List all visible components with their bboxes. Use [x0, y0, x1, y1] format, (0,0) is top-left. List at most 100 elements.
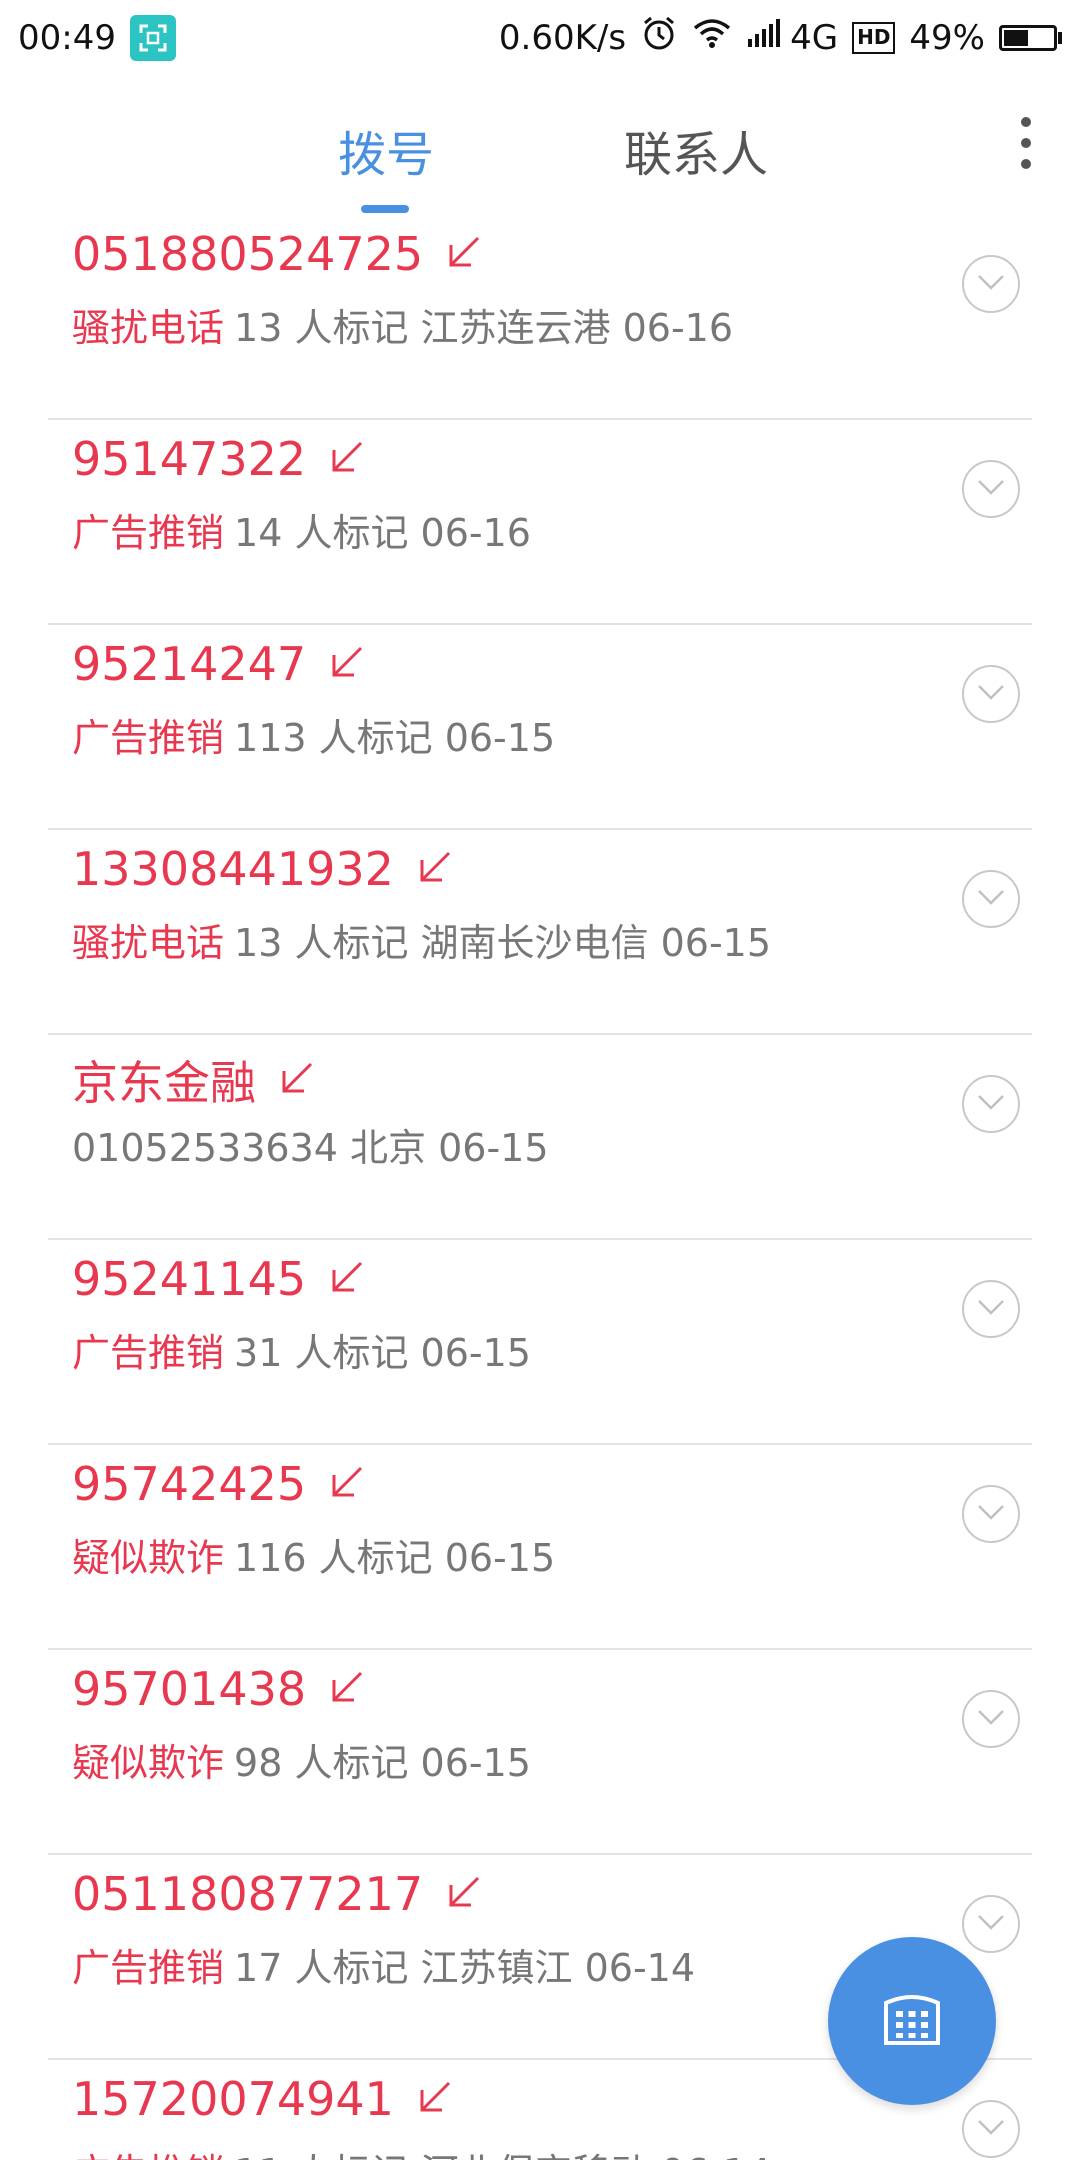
spam-tag: 广告推销: [72, 1331, 225, 1375]
call-log-item[interactable]: 95214247 广告推销 113 人标记 06-15: [0, 625, 1080, 830]
chevron-down-icon: [976, 2118, 1006, 2140]
call-log-item[interactable]: 95701438 疑似欺诈 98 人标记 06-15: [0, 1650, 1080, 1855]
signal-icon: [746, 17, 786, 58]
call-detail: 01052533634 北京 06-15: [72, 1117, 549, 1172]
call-name-row: 95214247: [72, 637, 366, 691]
tab-bar: 拨号 联系人: [0, 75, 1080, 215]
expand-call-button[interactable]: [962, 1485, 1020, 1543]
incoming-call-arrow-icon: [445, 1873, 483, 1915]
incoming-call-arrow-icon: [278, 1059, 316, 1101]
call-log-item[interactable]: 京东金融 01052533634 北京 06-15: [0, 1035, 1080, 1240]
call-log-item[interactable]: 95147322 广告推销 14 人标记 06-16: [0, 420, 1080, 625]
expand-call-button[interactable]: [962, 2100, 1020, 2158]
call-detail: 广告推销 113 人标记 06-15: [72, 707, 555, 762]
battery-percent: 49%: [909, 17, 985, 58]
chevron-down-icon: [976, 888, 1006, 910]
dialer-screen: 00:49 0.60K/s 4G HD 49% 拨号 联系人 051880524…: [0, 0, 1080, 2160]
call-detail: 骚扰电话 13 人标记 江苏连云港 06-16: [72, 297, 733, 352]
caller-name: 13308441932: [72, 842, 394, 896]
incoming-call-arrow-icon: [416, 848, 454, 890]
battery-icon: [999, 24, 1062, 51]
incoming-call-arrow-icon: [328, 1668, 366, 1710]
hd-badge: HD: [852, 21, 896, 54]
spam-tag: 广告推销: [72, 716, 225, 760]
dialpad-icon: [878, 1989, 946, 2053]
call-detail: 广告推销 11 人标记 河北保定移动 06-14: [72, 2142, 771, 2160]
expand-call-button[interactable]: [962, 870, 1020, 928]
caller-name: 051880524725: [72, 227, 424, 281]
overflow-menu-icon[interactable]: [1020, 117, 1032, 169]
expand-call-button[interactable]: [962, 255, 1020, 313]
spam-tag: 骚扰电话: [72, 306, 225, 350]
chevron-down-icon: [976, 478, 1006, 500]
incoming-call-arrow-icon: [328, 1258, 366, 1300]
call-name-row: 95147322: [72, 432, 366, 486]
call-info: 13 人标记 江苏连云港 06-16: [234, 306, 734, 350]
status-right: 0.60K/s 4G HD 49%: [499, 14, 1062, 61]
call-info: 17 人标记 江苏镇江 06-14: [234, 1946, 696, 1990]
expand-call-button[interactable]: [962, 460, 1020, 518]
call-info: 31 人标记 06-15: [234, 1331, 531, 1375]
caller-name: 051180877217: [72, 1867, 424, 1921]
call-name-row: 95241145: [72, 1252, 366, 1306]
incoming-call-arrow-icon: [416, 2078, 454, 2120]
call-info: 01052533634 北京 06-15: [72, 1126, 549, 1170]
alarm-icon: [640, 14, 678, 61]
call-name-row: 京东金融: [72, 1047, 316, 1113]
call-log-item[interactable]: 95241145 广告推销 31 人标记 06-15: [0, 1240, 1080, 1445]
status-left: 00:49: [18, 14, 176, 61]
screenshot-icon: [129, 14, 176, 61]
dialpad-button[interactable]: [828, 1937, 996, 2105]
chevron-down-icon: [976, 1503, 1006, 1525]
chevron-down-icon: [976, 1708, 1006, 1730]
caller-name: 95701438: [72, 1662, 307, 1716]
caller-name: 95241145: [72, 1252, 307, 1306]
caller-name: 京东金融: [72, 1056, 256, 1110]
status-time: 00:49: [18, 17, 116, 58]
spam-tag: 广告推销: [72, 2151, 224, 2160]
call-detail: 广告推销 14 人标记 06-16: [72, 502, 531, 557]
call-name-row: 95742425: [72, 1457, 366, 1511]
expand-call-button[interactable]: [962, 1075, 1020, 1133]
network-speed: 0.60K/s: [498, 17, 627, 58]
call-info: 113 人标记 06-15: [234, 716, 556, 760]
spam-tag: 疑似欺诈: [72, 1741, 225, 1785]
spam-tag: 疑似欺诈: [72, 1536, 225, 1580]
call-detail: 疑似欺诈 98 人标记 06-15: [72, 1732, 531, 1787]
call-log-item[interactable]: 13308441932 骚扰电话 13 人标记 湖南长沙电信 06-15: [0, 830, 1080, 1035]
network-type: 4G: [790, 17, 839, 58]
expand-call-button[interactable]: [962, 1895, 1020, 1953]
expand-call-button[interactable]: [962, 1690, 1020, 1748]
spam-tag: 广告推销: [72, 511, 225, 555]
incoming-call-arrow-icon: [445, 233, 483, 275]
call-info: 13 人标记 湖南长沙电信 06-15: [234, 921, 772, 965]
call-info: 98 人标记 06-15: [234, 1741, 531, 1785]
wifi-icon: [692, 17, 732, 58]
caller-name: 95214247: [72, 637, 307, 691]
call-detail: 广告推销 17 人标记 江苏镇江 06-14: [72, 1937, 695, 1992]
call-log-item[interactable]: 95742425 疑似欺诈 116 人标记 06-15: [0, 1445, 1080, 1650]
spam-tag: 广告推销: [72, 1946, 225, 1990]
chevron-down-icon: [976, 1093, 1006, 1115]
call-info: 11 人标记 河北保定移动 06-14: [234, 2151, 771, 2160]
incoming-call-arrow-icon: [328, 643, 366, 685]
call-name-row: 051880524725: [72, 227, 483, 281]
call-log-list[interactable]: 051880524725 骚扰电话 13 人标记 江苏连云港 06-16 951473…: [0, 215, 1080, 2160]
call-info: 14 人标记 06-16: [234, 511, 531, 555]
tab-contacts[interactable]: 联系人: [624, 115, 768, 185]
tab-dialer[interactable]: 拨号: [338, 115, 434, 185]
chevron-down-icon: [976, 273, 1006, 295]
call-log-item[interactable]: 051880524725 骚扰电话 13 人标记 江苏连云港 06-16: [0, 215, 1080, 420]
caller-name: 95742425: [72, 1457, 307, 1511]
status-bar: 00:49 0.60K/s 4G HD 49%: [0, 0, 1080, 75]
chevron-down-icon: [976, 683, 1006, 705]
call-name-row: 95701438: [72, 1662, 366, 1716]
caller-name: 95147322: [72, 432, 307, 486]
incoming-call-arrow-icon: [328, 438, 366, 480]
call-detail: 疑似欺诈 116 人标记 06-15: [72, 1527, 555, 1582]
call-name-row: 13308441932: [72, 842, 454, 896]
expand-call-button[interactable]: [962, 1280, 1020, 1338]
active-tab-indicator: [361, 205, 409, 213]
call-name-row: 15720074941: [72, 2072, 454, 2126]
expand-call-button[interactable]: [962, 665, 1020, 723]
